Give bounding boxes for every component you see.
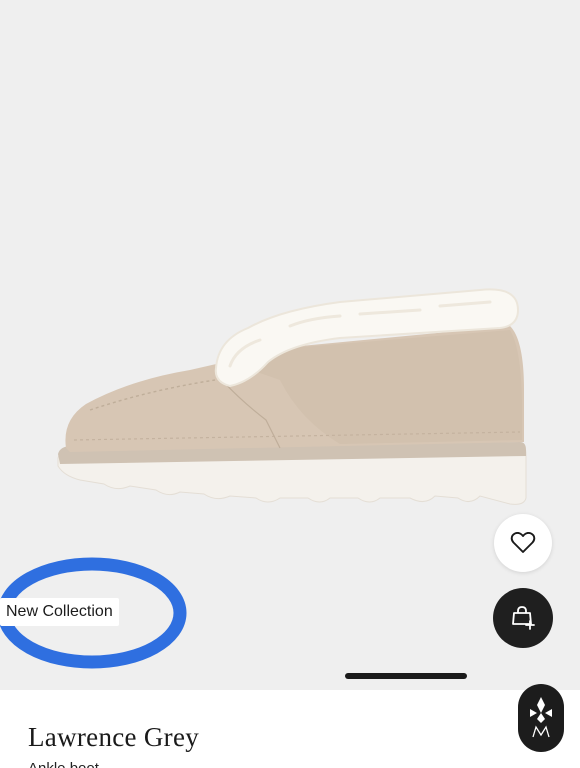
brand-logo-button[interactable] [518, 684, 564, 752]
brand-monogram-logo [530, 697, 552, 738]
bag-plus-icon [512, 606, 535, 630]
product-info-panel: Lawrence Grey Ankle boot [0, 690, 580, 768]
product-subtitle: Ankle boot [28, 760, 99, 768]
wishlist-button[interactable] [494, 514, 552, 572]
home-indicator[interactable] [345, 673, 467, 679]
heart-icon [510, 531, 536, 553]
product-image-area[interactable] [0, 0, 580, 690]
add-to-bag-button[interactable] [493, 588, 553, 648]
product-name: Lawrence Grey [28, 722, 200, 752]
product-image [57, 288, 527, 505]
new-collection-badge: New Collection [0, 598, 119, 626]
